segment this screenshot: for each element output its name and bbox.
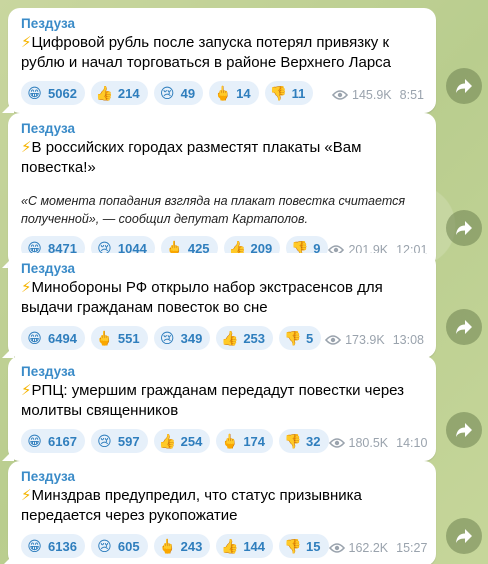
message-text: ⚡Минздрав предупредил, что статус призыв… bbox=[21, 487, 362, 524]
reaction-thumbs-down[interactable]: 👎 5 bbox=[279, 326, 322, 350]
message-text: ⚡Минобороны РФ открыло набор экстрасенсо… bbox=[21, 279, 383, 316]
thumbs-up-icon: 👍 bbox=[221, 537, 239, 554]
forward-icon bbox=[456, 79, 472, 93]
message-meta: 180.5K 14:10 bbox=[328, 432, 428, 450]
reaction-grin[interactable]: 😁 6136 bbox=[21, 534, 85, 558]
message-text: ⚡РПЦ: умершим гражданам передадут повест… bbox=[21, 382, 405, 419]
reaction-thumbs-down[interactable]: 👎 15 bbox=[279, 534, 329, 558]
lightning-icon: ⚡ bbox=[21, 487, 32, 504]
reactions-bar: 😁 6136 😢 605 🖕 243 👍 144 👎 15 bbox=[21, 534, 329, 558]
reactions-bar: 😁 6167 😢 597 👍 254 🖕 174 👎 32 bbox=[21, 429, 329, 453]
reaction-middle-finger[interactable]: 🖕 551 bbox=[90, 326, 148, 350]
view-count: 173.9K bbox=[345, 333, 385, 347]
thumbs-down-icon: 👎 bbox=[284, 537, 302, 554]
reaction-crying[interactable]: 😢 349 bbox=[153, 326, 211, 350]
thumbs-up-icon: 👍 bbox=[158, 432, 177, 449]
grin-icon: 😁 bbox=[27, 84, 42, 101]
reaction-thumbs-up[interactable]: 👍 144 bbox=[216, 534, 274, 558]
message-meta: 162.2K 15:27 bbox=[328, 537, 428, 555]
crying-icon: 😢 bbox=[159, 329, 175, 346]
thumbs-up-icon: 👍 bbox=[221, 329, 239, 346]
channel-name[interactable]: Пездуза bbox=[21, 468, 424, 486]
reaction-thumbs-up[interactable]: 👍 214 bbox=[90, 81, 148, 105]
middle-finger-icon: 🖕 bbox=[214, 84, 232, 101]
share-button[interactable] bbox=[446, 68, 482, 104]
reaction-crying[interactable]: 😢 605 bbox=[90, 534, 148, 558]
middle-finger-icon: 🖕 bbox=[95, 329, 114, 346]
reaction-thumbs-up[interactable]: 👍 253 bbox=[216, 326, 274, 350]
reactions-bar: 😁 5062 👍 214 😢 49 🖕 14 👎 11 bbox=[21, 81, 314, 105]
message-time: 14:10 bbox=[396, 436, 428, 450]
channel-name[interactable]: Пездуза bbox=[21, 363, 424, 381]
view-count: 162.2K bbox=[348, 541, 389, 555]
view-count: 145.9K bbox=[352, 88, 392, 102]
eye-icon bbox=[328, 543, 345, 553]
view-count: 180.5K bbox=[348, 436, 389, 450]
lightning-icon: ⚡ bbox=[21, 279, 32, 296]
grin-icon: 😁 bbox=[27, 329, 42, 346]
crying-icon: 😢 bbox=[97, 537, 112, 554]
crying-icon: 😢 bbox=[97, 432, 112, 449]
message-time: 15:27 bbox=[396, 541, 428, 555]
middle-finger-icon: 🖕 bbox=[221, 432, 239, 449]
reaction-crying[interactable]: 😢 597 bbox=[90, 429, 148, 453]
eye-icon bbox=[325, 335, 342, 345]
grin-icon: 😁 bbox=[27, 432, 42, 449]
middle-finger-icon: 🖕 bbox=[158, 537, 177, 554]
message-quote: «С момента попадания взгляда на плакат п… bbox=[21, 194, 406, 226]
share-button[interactable] bbox=[446, 518, 482, 554]
channel-name[interactable]: Пездуза bbox=[21, 15, 424, 33]
channel-name[interactable]: Пездуза bbox=[21, 120, 424, 138]
message-bubble: Пездуза ⚡В российских городах разместят … bbox=[8, 113, 436, 268]
grin-icon: 😁 bbox=[27, 537, 42, 554]
forward-icon bbox=[456, 221, 472, 235]
reaction-crying[interactable]: 😢 49 bbox=[153, 81, 204, 105]
message-time: 13:08 bbox=[392, 333, 424, 347]
message-meta: 145.9K 8:51 bbox=[332, 84, 424, 102]
message-meta: 173.9K 13:08 bbox=[325, 329, 424, 347]
reaction-middle-finger[interactable]: 🖕 14 bbox=[209, 81, 259, 105]
channel-name[interactable]: Пездуза bbox=[21, 260, 424, 278]
share-button[interactable] bbox=[446, 412, 482, 448]
message-text: ⚡В российских городах разместят плакаты … bbox=[21, 139, 362, 176]
message-bubble: Пездуза ⚡Минздрав предупредил, что стату… bbox=[8, 461, 436, 564]
forward-icon bbox=[456, 423, 472, 437]
thumbs-up-icon: 👍 bbox=[95, 84, 114, 101]
reaction-thumbs-down[interactable]: 👎 32 bbox=[279, 429, 329, 453]
message-feed[interactable]: Пездуза ⚡Цифровой рубль после запуска по… bbox=[0, 0, 488, 564]
lightning-icon: ⚡ bbox=[21, 34, 32, 51]
eye-icon bbox=[328, 438, 345, 448]
share-button[interactable] bbox=[446, 210, 482, 246]
message-bubble: Пездуза ⚡Минобороны РФ открыло набор экс… bbox=[8, 253, 436, 358]
message-time: 8:51 bbox=[399, 88, 424, 102]
message-bubble: Пездуза ⚡Цифровой рубль после запуска по… bbox=[8, 8, 436, 113]
share-button[interactable] bbox=[446, 309, 482, 345]
reactions-bar: 😁 6494 🖕 551 😢 349 👍 253 👎 5 bbox=[21, 326, 322, 350]
crying-icon: 😢 bbox=[159, 84, 175, 101]
reaction-grin[interactable]: 😁 6494 bbox=[21, 326, 85, 350]
thumbs-down-icon: 👎 bbox=[269, 84, 287, 101]
reaction-grin[interactable]: 😁 5062 bbox=[21, 81, 85, 105]
lightning-icon: ⚡ bbox=[21, 382, 32, 399]
reaction-middle-finger[interactable]: 🖕 174 bbox=[216, 429, 274, 453]
eye-icon bbox=[332, 90, 349, 100]
message-bubble: Пездуза ⚡РПЦ: умершим гражданам передаду… bbox=[8, 356, 436, 461]
reaction-thumbs-up[interactable]: 👍 254 bbox=[153, 429, 211, 453]
thumbs-down-icon: 👎 bbox=[284, 329, 302, 346]
forward-icon bbox=[456, 320, 472, 334]
reaction-grin[interactable]: 😁 6167 bbox=[21, 429, 85, 453]
reaction-middle-finger[interactable]: 🖕 243 bbox=[153, 534, 211, 558]
lightning-icon: ⚡ bbox=[21, 139, 32, 156]
message-text: ⚡Цифровой рубль после запуска потерял пр… bbox=[21, 34, 392, 71]
thumbs-down-icon: 👎 bbox=[284, 432, 302, 449]
reaction-thumbs-down[interactable]: 👎 11 bbox=[264, 81, 314, 105]
forward-icon bbox=[456, 529, 472, 543]
